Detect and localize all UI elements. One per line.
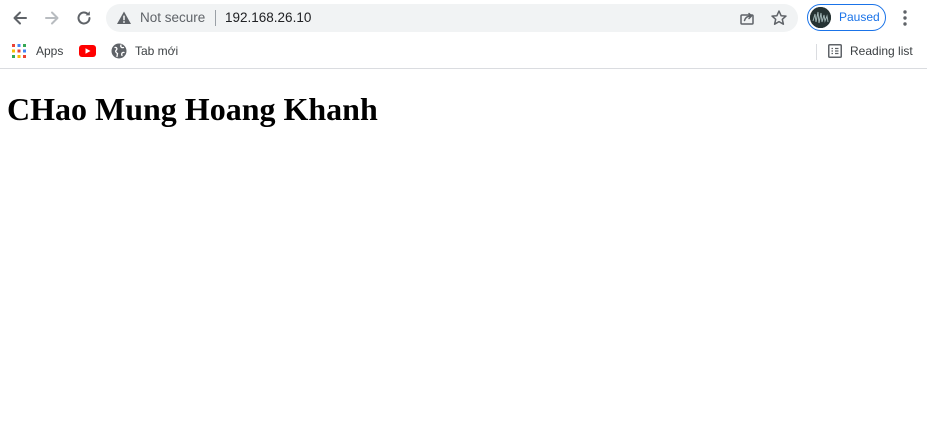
profile-button[interactable]: Paused: [807, 4, 886, 31]
bookmarks-bar: Apps Tab mới Reading list: [0, 36, 927, 69]
profile-status: Paused: [839, 10, 880, 24]
warning-icon[interactable]: [116, 10, 132, 26]
forward-button[interactable]: [40, 6, 64, 30]
address-divider: [215, 10, 216, 26]
bookmarks-divider: [816, 44, 817, 60]
star-icon[interactable]: [770, 9, 788, 27]
back-arrow-icon: [13, 11, 27, 25]
youtube-icon: [79, 45, 96, 57]
avatar: [810, 7, 831, 28]
globe-icon: [111, 43, 127, 59]
apps-grid-icon: [12, 44, 26, 58]
page-content: CHao Mung Hoang Khanh: [0, 69, 927, 424]
reload-button[interactable]: [72, 6, 96, 30]
reading-list-button[interactable]: Reading list: [828, 41, 913, 61]
back-button[interactable]: [8, 6, 32, 30]
share-icon[interactable]: [738, 9, 756, 27]
kebab-menu-icon[interactable]: [896, 8, 914, 28]
address-bar[interactable]: Not secure 192.168.26.10: [106, 4, 798, 32]
security-status[interactable]: Not secure: [140, 10, 205, 26]
reading-list-icon: [828, 44, 842, 58]
browser-toolbar: Not secure 192.168.26.10 Paused: [0, 0, 927, 36]
bookmark-tab-moi[interactable]: Tab mới: [111, 41, 178, 61]
bookmark-youtube[interactable]: [79, 41, 96, 61]
bookmark-label: Tab mới: [135, 44, 179, 58]
forward-arrow-icon: [45, 11, 59, 25]
reading-list-label: Reading list: [850, 44, 913, 58]
bookmark-label: Apps: [36, 44, 64, 58]
url-text[interactable]: 192.168.26.10: [225, 10, 311, 26]
reload-icon: [77, 11, 91, 25]
bookmark-apps[interactable]: Apps: [12, 41, 63, 61]
page-heading: CHao Mung Hoang Khanh: [7, 91, 378, 127]
